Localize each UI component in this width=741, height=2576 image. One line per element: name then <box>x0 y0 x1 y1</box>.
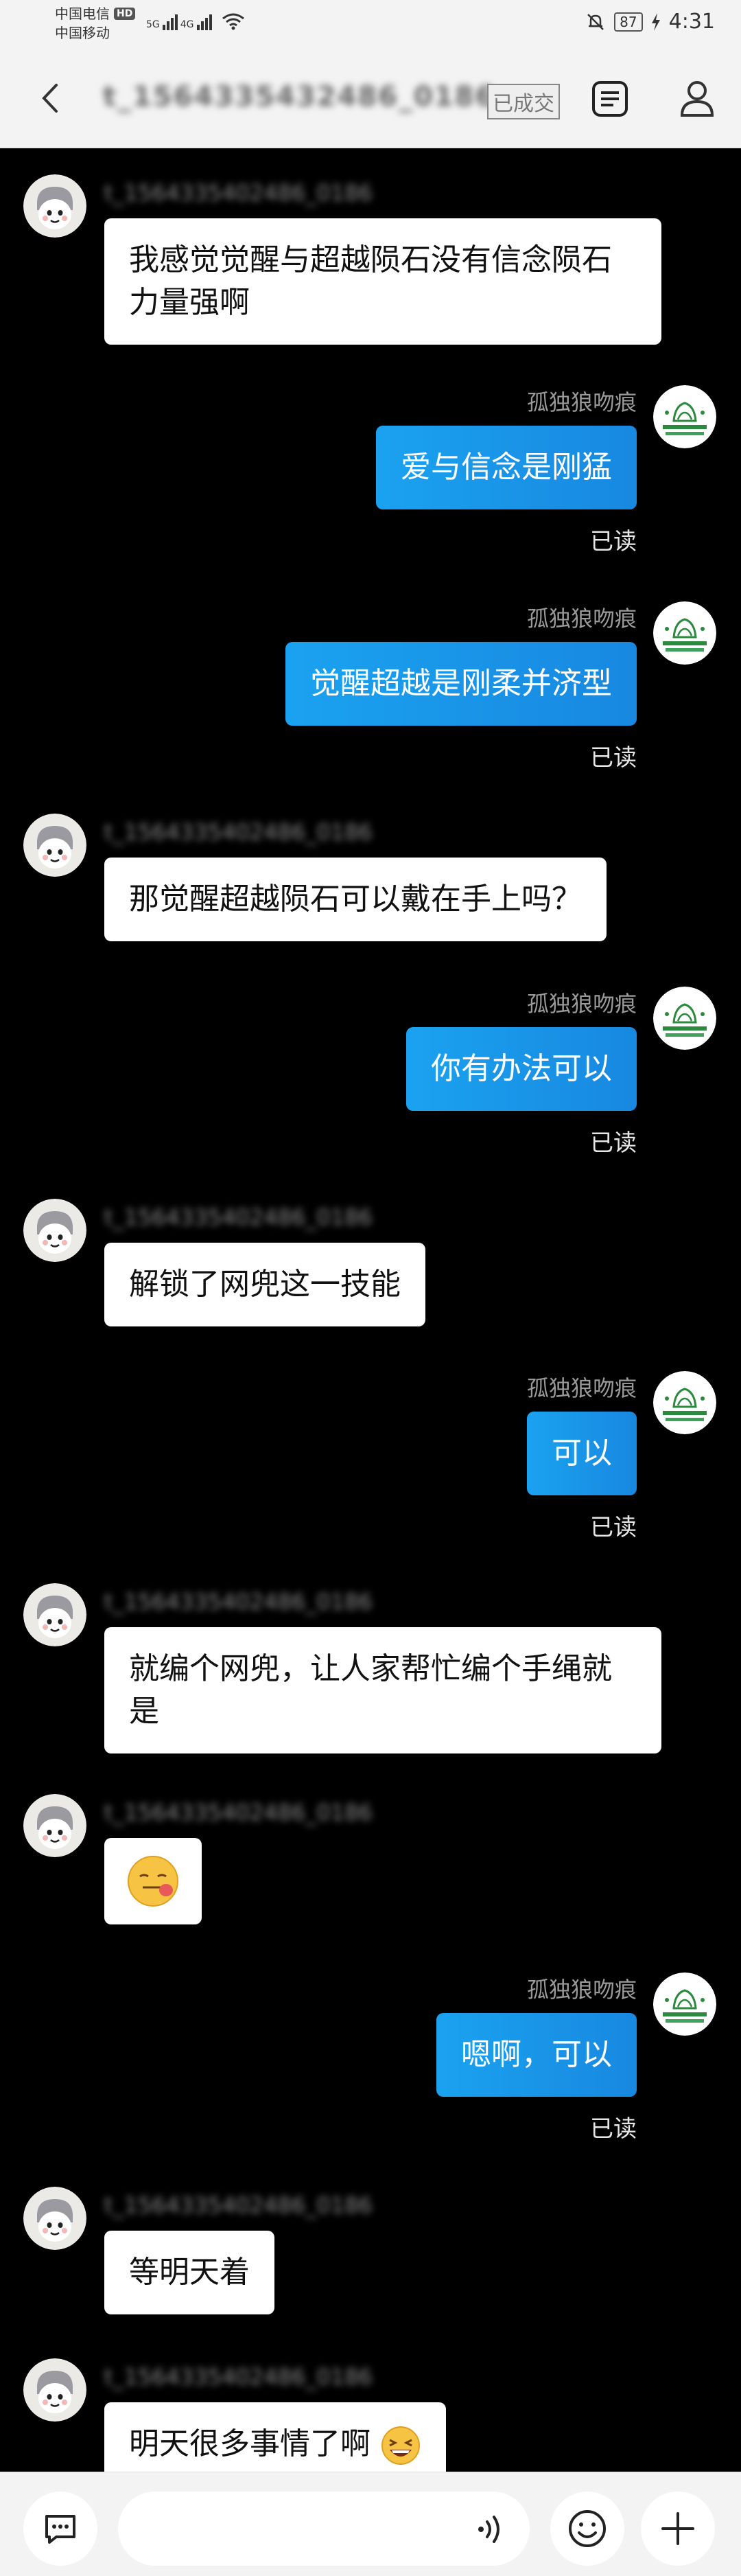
sender-name: t_1564335402486_0186 <box>104 1589 373 1615</box>
read-status: 已读 <box>590 1514 637 1541</box>
status-bar: 中国电信 HD 中国移动 5G 4G 87 4:31 <box>0 0 741 48</box>
voice-icon[interactable] <box>475 2514 506 2545</box>
read-status: 已读 <box>590 2115 637 2143</box>
message-bubble[interactable]: 等明天着 <box>104 2231 274 2314</box>
message-bubble[interactable]: 那觉醒超越陨石可以戴在手上吗？ <box>104 858 607 941</box>
charging-icon <box>651 12 660 31</box>
sender-name: 孤独狼吻痕 <box>526 1375 637 1401</box>
seller-avatar[interactable] <box>653 987 716 1050</box>
signal-icon-2 <box>196 14 212 30</box>
buyer-avatar[interactable] <box>23 814 86 877</box>
status-right: 87 4:31 <box>585 10 715 34</box>
sender-name: 孤独狼吻痕 <box>526 389 637 415</box>
quick-reply-button[interactable] <box>23 2492 97 2566</box>
plus-icon <box>661 2512 694 2545</box>
sender-name: t_1564335402486_0186 <box>104 1204 373 1230</box>
message-bubble[interactable]: 爱与信念是刚猛 <box>376 426 637 509</box>
hd-badge: HD <box>114 8 136 20</box>
seller-avatar[interactable] <box>653 601 716 665</box>
message-input[interactable] <box>118 2492 530 2566</box>
sender-name: t_1564335402486_0186 <box>104 180 373 206</box>
chat-bubble-icon <box>45 2515 75 2544</box>
buyer-avatar[interactable] <box>23 1199 86 1262</box>
read-status: 已读 <box>590 1129 637 1157</box>
message-bubble[interactable]: 你有办法可以 <box>406 1027 637 1111</box>
seller-avatar[interactable] <box>653 385 716 448</box>
battery-indicator: 87 <box>614 12 643 32</box>
deal-status-badge: 已成交 <box>487 84 560 119</box>
read-status: 已读 <box>590 528 637 555</box>
buyer-avatar[interactable] <box>23 1583 86 1646</box>
buyer-avatar[interactable] <box>23 2187 86 2250</box>
chat-header: t_1564335432486_0186 已成交 <box>0 48 741 148</box>
net-label-1: 5G <box>146 19 160 30</box>
mute-bell-icon <box>587 13 604 30</box>
profile-icon[interactable] <box>678 78 716 119</box>
read-status: 已读 <box>590 744 637 772</box>
smiley-icon <box>569 2510 606 2547</box>
message-list[interactable]: t_1564335402486_0186 我感觉觉醒与超越陨石没有信念陨石力量强… <box>0 148 741 2472</box>
message-bubble[interactable]: 就编个网兜，让人家帮忙编个手绳就是 <box>104 1627 661 1753</box>
back-icon[interactable] <box>34 81 69 115</box>
input-bar <box>0 2472 741 2576</box>
sender-name: 孤独狼吻痕 <box>526 991 637 1017</box>
message-bubble[interactable] <box>104 1838 202 1924</box>
emoji-button[interactable] <box>550 2492 624 2566</box>
laughing-face-emoji <box>381 2426 420 2465</box>
order-detail-icon[interactable] <box>590 79 630 119</box>
chat-title: t_1564335432486_0186 <box>103 81 496 113</box>
carrier-info: 中国电信 HD 中国移动 <box>55 4 136 43</box>
network-indicators: 5G 4G <box>146 12 245 30</box>
message-bubble[interactable]: 我感觉觉醒与超越陨石没有信念陨石力量强啊 <box>104 218 661 345</box>
buyer-avatar[interactable] <box>23 174 86 238</box>
buyer-avatar[interactable] <box>23 1794 86 1857</box>
message-text: 明天很多事情了啊 <box>129 2426 370 2461</box>
message-bubble[interactable]: 可以 <box>527 1412 637 1495</box>
wifi-icon <box>222 13 244 30</box>
more-button[interactable] <box>641 2492 715 2566</box>
sender-name: t_1564335402486_0186 <box>104 819 373 845</box>
sender-name: t_1564335402486_0186 <box>104 1799 373 1826</box>
message-bubble[interactable]: 明天很多事情了啊 <box>104 2402 446 2472</box>
sender-name: 孤独狼吻痕 <box>526 1977 637 2003</box>
tongue-face-emoji <box>128 1856 178 1907</box>
net-label-2: 4G <box>180 19 194 30</box>
sender-name: t_1564335402486_0186 <box>104 2192 373 2218</box>
carrier-2: 中国移动 <box>55 25 110 41</box>
seller-avatar[interactable] <box>653 1973 716 2036</box>
buyer-avatar[interactable] <box>23 2358 86 2422</box>
clock: 4:31 <box>668 10 715 34</box>
message-bubble[interactable]: 觉醒超越是刚柔并济型 <box>285 642 637 726</box>
message-bubble[interactable]: 解锁了网兜这一技能 <box>104 1243 425 1326</box>
message-bubble[interactable]: 嗯啊，可以 <box>436 2013 637 2097</box>
sender-name: 孤独狼吻痕 <box>526 606 637 632</box>
sender-name: t_1564335402486_0186 <box>104 2364 373 2390</box>
signal-icon <box>162 14 178 30</box>
seller-avatar[interactable] <box>653 1371 716 1434</box>
carrier-1: 中国电信 <box>55 5 110 22</box>
